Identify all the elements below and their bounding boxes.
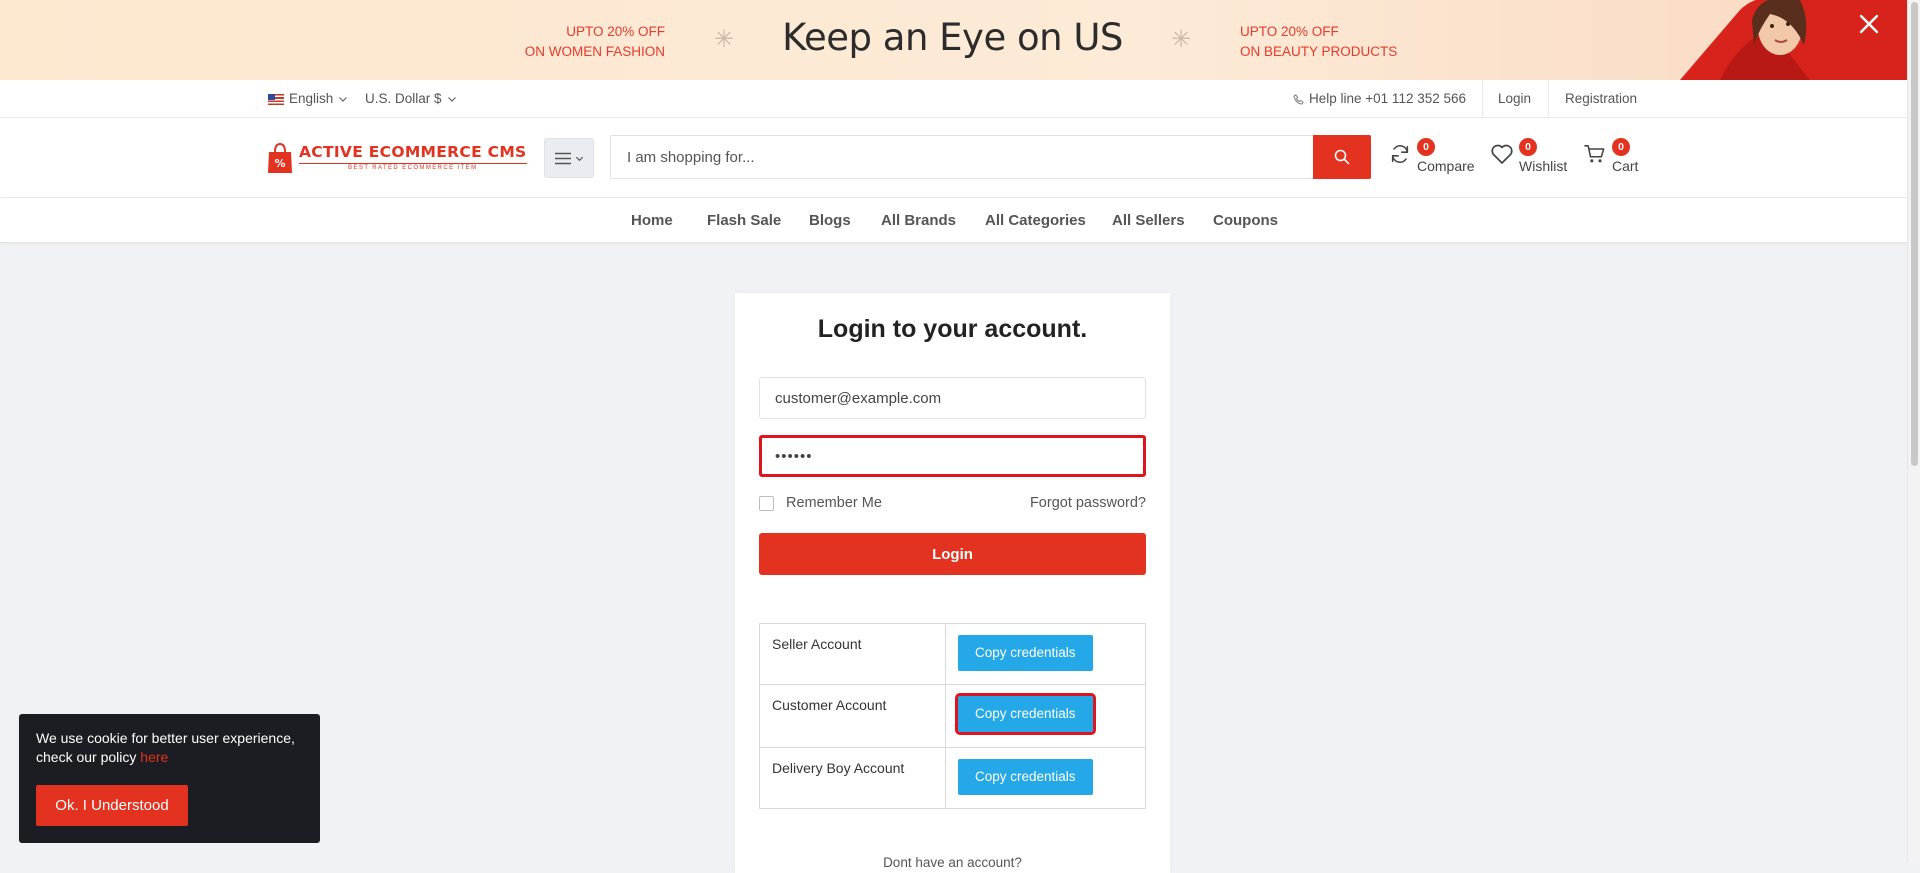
chevron-down-icon: [575, 156, 583, 161]
nav-item-flash-sale[interactable]: Flash Sale: [707, 198, 781, 243]
compare-count-badge: 0: [1417, 138, 1435, 156]
wishlist-button[interactable]: 0 Wishlist: [1490, 138, 1570, 178]
page-scrollbar[interactable]: [1907, 0, 1920, 863]
cookie-policy-link[interactable]: here: [140, 749, 168, 765]
close-icon[interactable]: [1857, 12, 1881, 36]
compare-label: Compare: [1417, 158, 1475, 174]
promo-right-line2: ON BEAUTY PRODUCTS: [1240, 44, 1398, 59]
nav-item-all-categories[interactable]: All Categories: [985, 198, 1086, 243]
sparkle-icon: ✳: [714, 26, 735, 53]
chevron-down-icon: [447, 97, 456, 102]
cart-count-badge: 0: [1612, 138, 1630, 156]
hamburger-icon: [554, 152, 571, 164]
demo-credentials-table: Seller Account Copy credentials Customer…: [759, 623, 1146, 809]
cookie-text: We use cookie for better user experience…: [36, 729, 306, 767]
cookie-accept-button[interactable]: Ok. I Understood: [36, 785, 188, 826]
email-field[interactable]: [759, 377, 1146, 419]
us-flag-icon: [268, 93, 284, 105]
cart-button[interactable]: 0 Cart: [1584, 138, 1639, 178]
account-action: Copy credentials: [945, 747, 1146, 809]
currency-label: U.S. Dollar $: [365, 91, 442, 106]
cart-icon: [1584, 145, 1605, 163]
forgot-password-link[interactable]: Forgot password?: [1030, 495, 1146, 511]
heart-icon: [1491, 144, 1513, 164]
main-nav: Home Flash Sale Blogs All Brands All Cat…: [0, 198, 1907, 243]
account-name: Customer Account: [759, 684, 946, 748]
search-input[interactable]: [611, 136, 1313, 178]
wishlist-label: Wishlist: [1519, 158, 1568, 174]
search-button[interactable]: [1313, 135, 1371, 179]
phone-icon: [1293, 93, 1304, 105]
currency-selector[interactable]: U.S. Dollar $: [365, 80, 457, 118]
nav-item-blogs[interactable]: Blogs: [809, 198, 851, 243]
top-login-label: Login: [1498, 91, 1532, 106]
registration-link[interactable]: Registration: [1565, 80, 1637, 118]
account-action: Copy credentials: [945, 684, 1146, 748]
logo-name: ACTIVE ECOMMERCE CMS: [299, 142, 527, 161]
main-header: % ACTIVE ECOMMERCE CMS BEST RATED ECOMME…: [0, 118, 1907, 198]
promo-title: Keep an Eye on US: [782, 16, 1123, 59]
nav-item-all-brands[interactable]: All Brands: [881, 198, 956, 243]
password-field[interactable]: [759, 435, 1146, 477]
categories-menu-button[interactable]: [544, 138, 594, 178]
compare-button[interactable]: 0 Compare: [1389, 138, 1475, 178]
account-action: Copy credentials: [945, 623, 1146, 685]
compare-refresh-icon: [1391, 145, 1409, 163]
account-name: Seller Account: [759, 623, 946, 685]
table-row: Customer Account Copy credentials: [759, 684, 1146, 748]
nav-item-home[interactable]: Home: [631, 198, 673, 243]
remember-me-label: Remember Me: [786, 495, 882, 511]
copy-seller-credentials-button[interactable]: Copy credentials: [958, 635, 1093, 671]
copy-delivery-boy-credentials-button[interactable]: Copy credentials: [958, 759, 1093, 795]
top-bar: English U.S. Dollar $ Help line +01 112 …: [0, 80, 1907, 118]
search-icon: [1334, 149, 1350, 165]
site-logo[interactable]: % ACTIVE ECOMMERCE CMS BEST RATED ECOMME…: [267, 141, 527, 175]
chevron-down-icon: [339, 97, 348, 102]
promo-left-line1: UPTO 20% OFF: [566, 24, 665, 39]
helpline-text: Help line +01 112 352 566: [1309, 91, 1467, 106]
wishlist-count-badge: 0: [1519, 138, 1537, 156]
scrollbar-thumb[interactable]: [1911, 2, 1918, 466]
language-label: English: [289, 91, 334, 106]
nav-item-all-sellers[interactable]: All Sellers: [1112, 198, 1185, 243]
helpline: Help line +01 112 352 566: [1293, 80, 1466, 118]
nav-item-coupons[interactable]: Coupons: [1213, 198, 1278, 243]
cart-label: Cart: [1612, 158, 1639, 174]
search-bar: [610, 135, 1371, 179]
login-title: Login to your account.: [817, 315, 1088, 343]
cookie-banner: We use cookie for better user experience…: [19, 714, 320, 843]
shopping-bag-logo-icon: %: [268, 142, 292, 173]
language-selector[interactable]: English: [268, 80, 348, 118]
remember-me-checkbox[interactable]: Remember Me: [759, 495, 882, 511]
promo-left-line2: ON WOMEN FASHION: [524, 44, 665, 59]
promo-right-line1: UPTO 20% OFF: [1240, 24, 1339, 39]
account-name: Delivery Boy Account: [759, 747, 946, 809]
svg-text:%: %: [274, 157, 285, 170]
sparkle-icon: ✳: [1171, 26, 1192, 53]
table-row: Delivery Boy Account Copy credentials: [759, 747, 1146, 809]
login-button[interactable]: Login: [759, 533, 1146, 575]
divider: [1548, 80, 1549, 118]
login-card: Login to your account. Remember Me Forgo…: [735, 293, 1170, 873]
promo-left-text: UPTO 20% OFF ON WOMEN FASHION: [505, 22, 665, 62]
copy-customer-credentials-button[interactable]: Copy credentials: [955, 693, 1096, 735]
promo-banner[interactable]: UPTO 20% OFF ON WOMEN FASHION ✳ Keep an …: [0, 0, 1907, 80]
table-row: Seller Account Copy credentials: [759, 623, 1146, 685]
top-login-link[interactable]: Login: [1498, 80, 1531, 118]
promo-right-text: UPTO 20% OFF ON BEAUTY PRODUCTS: [1240, 22, 1440, 62]
checkbox-box[interactable]: [759, 495, 774, 511]
registration-label: Registration: [1565, 91, 1638, 106]
divider: [1482, 80, 1483, 118]
logo-tagline: BEST RATED ECOMMERCE ITEM: [299, 163, 527, 171]
